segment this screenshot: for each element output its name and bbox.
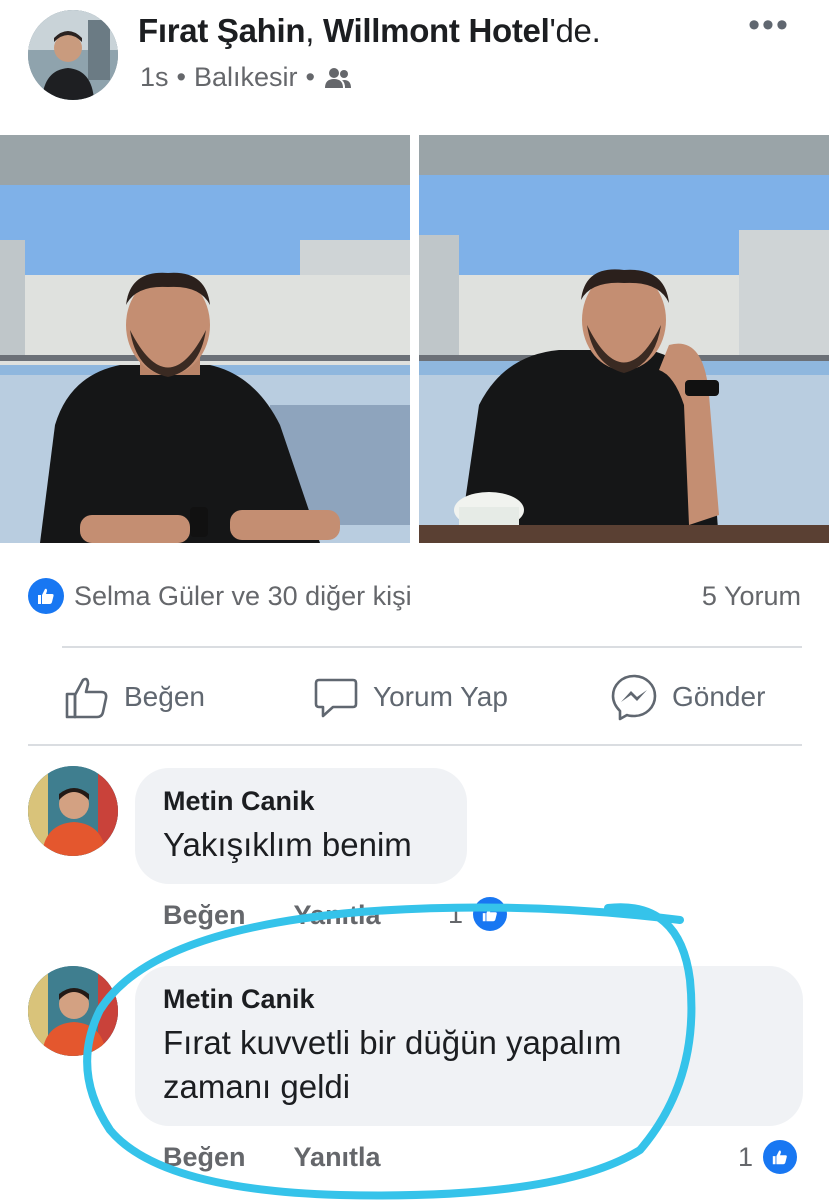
comment-like-link[interactable]: Beğen <box>163 900 246 931</box>
like-button[interactable]: Beğen <box>64 668 205 726</box>
divider <box>28 744 802 746</box>
comment-text-line: Fırat kuvvetli bir düğün yapalım <box>163 1024 622 1061</box>
like-reaction-icon <box>761 1138 800 1176</box>
like-reaction-icon <box>471 895 510 933</box>
comment-text-line: zamanı geldi <box>163 1068 351 1105</box>
reactions-text: Selma Güler ve 30 diğer kişi <box>74 580 412 611</box>
friends-icon <box>323 66 353 90</box>
comment-like-link[interactable]: Beğen <box>163 1142 246 1173</box>
divider <box>62 646 802 648</box>
send-label: Gönder <box>672 681 766 712</box>
author-name[interactable]: Fırat Şahin <box>138 12 306 49</box>
comments-count[interactable]: 5 Yorum <box>702 576 801 616</box>
comment-author[interactable]: Metin Canik <box>163 984 775 1015</box>
comment-actions: Beğen Yanıtla <box>163 1142 381 1173</box>
comment-bubble: Metin Canik Fırat kuvvetli bir düğün yap… <box>135 966 803 1126</box>
comment-reaction-count[interactable]: 1 <box>448 895 510 933</box>
comment-text: Yakışıklım benim <box>163 826 412 863</box>
comment-label: Yorum Yap <box>373 681 508 712</box>
post-title: Fırat Şahin, Willmont Hotel'de. <box>138 12 601 50</box>
comment-reply-link[interactable]: Yanıtla <box>294 900 381 931</box>
comment-actions: Beğen Yanıtla <box>163 900 381 931</box>
meta-dot: • <box>176 62 186 92</box>
location-suffix: 'de. <box>549 12 601 49</box>
comment-reaction-count[interactable]: 1 <box>738 1138 800 1176</box>
messenger-icon <box>611 674 657 721</box>
comment-reply-link[interactable]: Yanıtla <box>294 1142 381 1173</box>
title-separator: , <box>305 12 323 49</box>
like-reaction-icon <box>28 578 64 614</box>
reactions-summary[interactable]: Selma Güler ve 30 diğer kişi <box>28 576 412 616</box>
meta-dot: • <box>305 62 315 92</box>
commenter-avatar[interactable] <box>28 766 118 856</box>
commenter-avatar[interactable] <box>28 966 118 1056</box>
more-options-button[interactable]: ••• <box>746 8 792 42</box>
reaction-count-text: 1 <box>448 898 464 929</box>
post-photo-2[interactable] <box>419 135 829 543</box>
location-name[interactable]: Willmont Hotel <box>323 12 550 49</box>
post-photo-1[interactable] <box>0 135 410 543</box>
reaction-count-text: 1 <box>738 1141 754 1172</box>
post-city[interactable]: Balıkesir <box>194 62 298 93</box>
post-meta: 1s • Balıkesir • <box>140 62 353 93</box>
like-label: Beğen <box>124 681 205 712</box>
post-time[interactable]: 1s <box>140 62 169 93</box>
comment-author[interactable]: Metin Canik <box>163 786 439 817</box>
comment-bubble: Metin Canik Yakışıklım benim <box>135 768 467 884</box>
author-avatar[interactable] <box>28 10 118 100</box>
thumbs-up-icon <box>65 677 108 719</box>
send-button[interactable]: Gönder <box>610 668 765 726</box>
comment-button[interactable]: Yorum Yap <box>313 668 508 726</box>
comment-bubble-icon <box>314 678 358 718</box>
